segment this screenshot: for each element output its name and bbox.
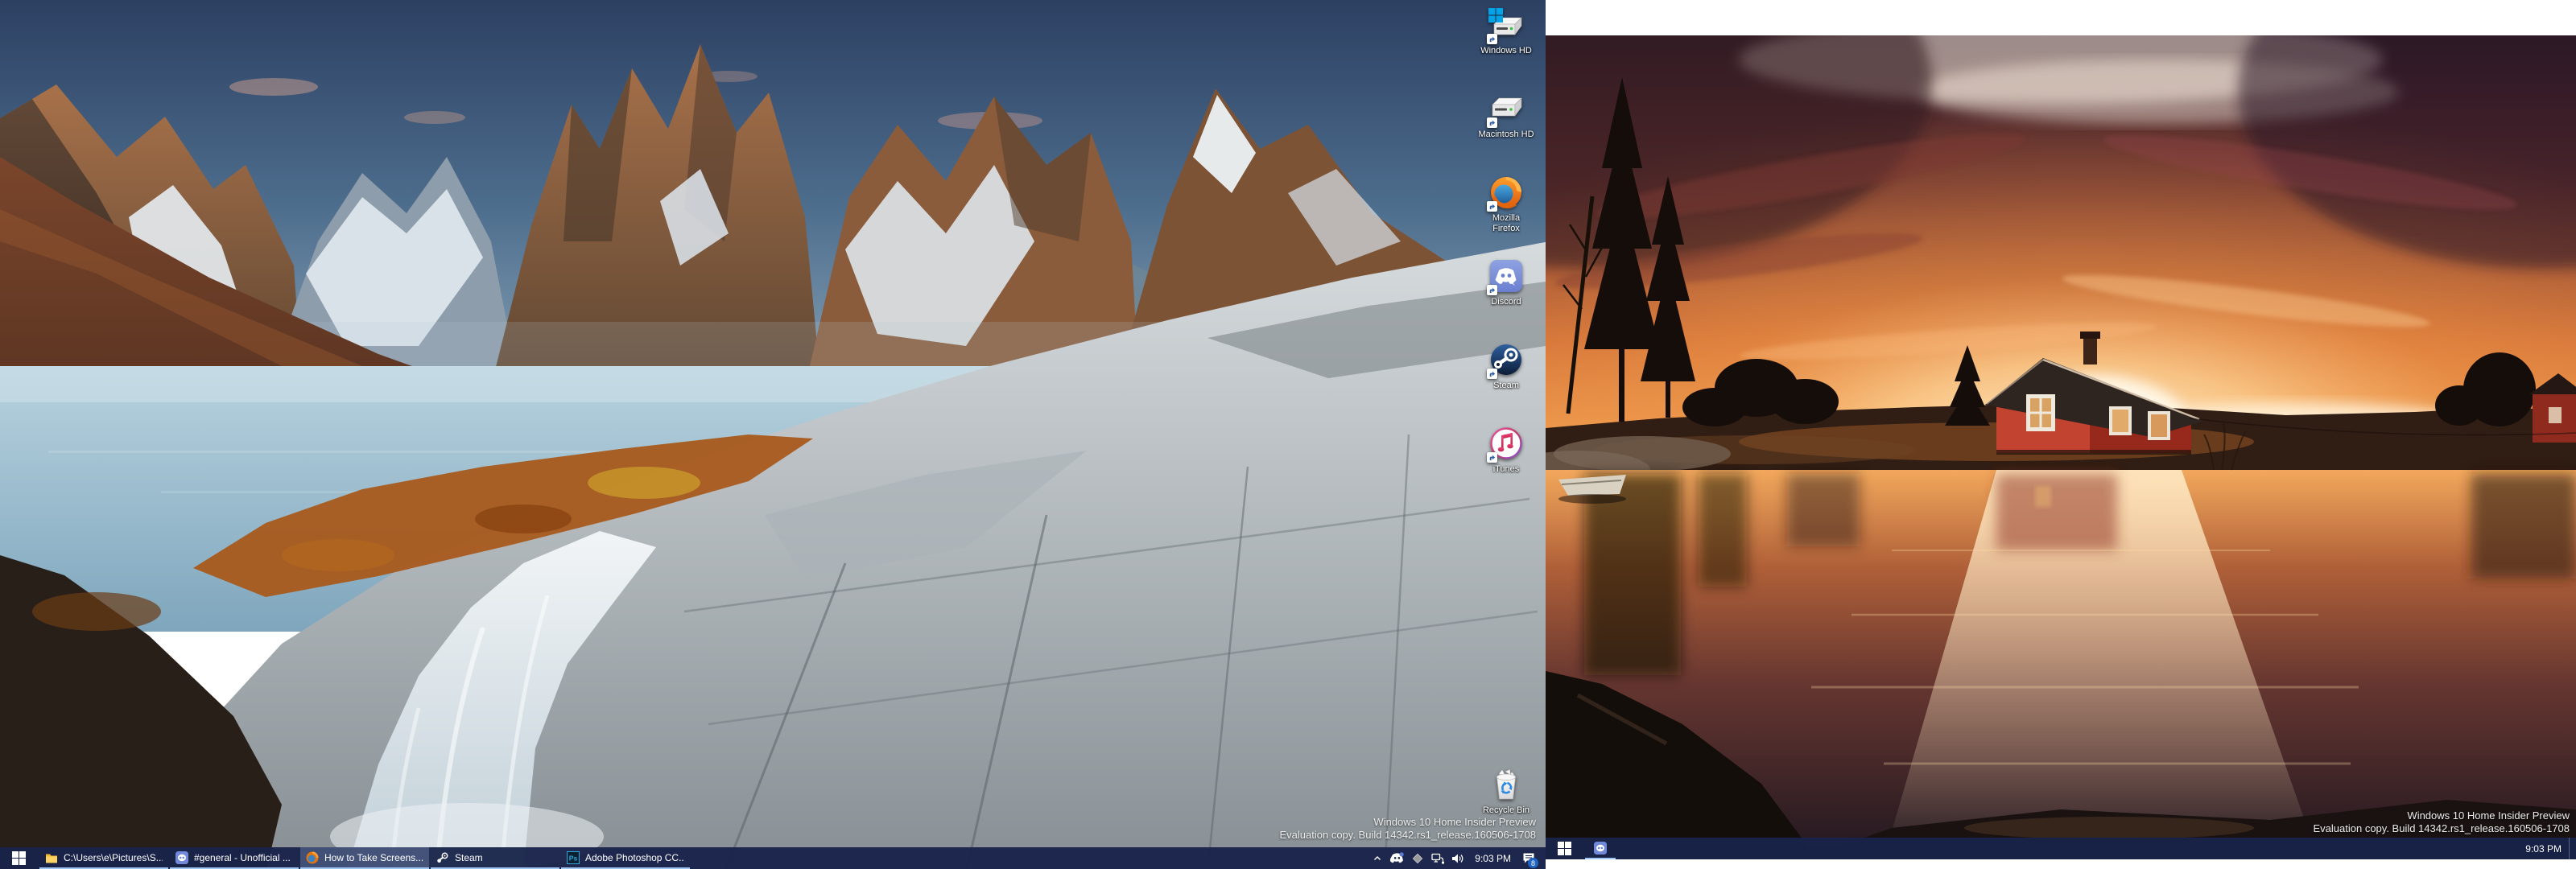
tray-network-icon[interactable] [1427,847,1447,869]
windows-logo-icon [1558,842,1571,855]
tray-diamond-icon[interactable] [1407,847,1427,869]
system-tray: 9:03 PM 8 [1367,847,1546,869]
windows-logo-icon [12,851,26,865]
taskbar-clock[interactable]: 9:03 PM [2518,838,2569,859]
tray-chevron-up-icon[interactable] [1367,847,1387,869]
monitor-left: Windows HD Macintosh HD [0,0,1546,869]
taskbar-item-file-explorer[interactable]: C:\Users\e\Pictures\S... [39,847,168,869]
firefox-icon [1488,174,1525,211]
watermark-line1: Windows 10 Home Insider Preview [2314,809,2570,822]
discord-icon [1488,257,1525,294]
taskbar-item-firefox[interactable]: How to Take Screens... [300,847,429,869]
firefox-icon [306,851,319,864]
steam-icon [1488,341,1525,378]
desktop-icon-itunes[interactable]: iTunes [1475,425,1538,475]
desktop-icon-recycle-bin[interactable]: Recycle Bin [1475,766,1538,816]
taskbar-right: 9:03 PM [1546,838,2576,859]
shortcut-arrow-icon [1487,285,1497,295]
taskbar-item-discord[interactable]: #general - Unofficial ... [170,847,299,869]
shortcut-arrow-icon [1487,201,1497,212]
tray-volume-icon[interactable] [1447,847,1468,869]
desktop-icon-steam[interactable]: Steam [1475,341,1538,391]
watermark-line1: Windows 10 Home Insider Preview [1280,816,1537,829]
macintosh-hd-drive-icon [1488,90,1525,127]
taskbar-clock[interactable]: 9:03 PM [1468,853,1518,864]
photoshop-icon: Ps [567,851,580,864]
watermark-line2: Evaluation copy. Build 14342.rs1_release… [2314,822,2570,835]
taskbar-item-discord[interactable] [1585,838,1616,859]
notification-count-badge: 8 [1528,858,1538,868]
dual-monitor-desktop: { "left_monitor": { "wallpaper": "arctic… [0,0,2576,869]
desktop-icon-label: Steam [1493,381,1519,391]
taskbar-left: C:\Users\e\Pictures\S... #general - Unof… [0,847,1546,869]
evaluation-watermark: Windows 10 Home Insider Preview Evaluati… [2314,809,2570,835]
start-button[interactable] [1546,838,1583,859]
action-center-icon[interactable]: 8 [1518,847,1538,869]
taskbar-empty-space [690,847,1367,869]
itunes-icon [1488,425,1525,462]
shortcut-arrow-icon [1487,369,1497,379]
taskbar-item-photoshop[interactable]: Ps Adobe Photoshop CC... [561,847,690,869]
desktop-icon-label: Discord [1491,297,1521,307]
wallpaper-sunset-lake-cabin [1546,35,2576,859]
shortcut-arrow-icon [1487,452,1497,463]
taskbar-item-label: Adobe Photoshop CC... [585,852,684,863]
taskbar-item-label: Steam [455,852,483,863]
recycle-bin-icon [1488,766,1525,803]
svg-text:Ps: Ps [569,854,578,862]
watermark-line2: Evaluation copy. Build 14342.rs1_release… [1280,829,1537,842]
desktop-icon-firefox[interactable]: Mozilla Firefox [1475,174,1538,234]
desktop-icon-windows-hd[interactable]: Windows HD [1475,6,1538,56]
desktop-icon-discord[interactable]: Discord [1475,257,1538,307]
desktop-icon-label: Recycle Bin [1483,805,1530,816]
discord-icon [175,851,188,864]
taskbar-empty-space [1616,838,2518,859]
evaluation-watermark: Windows 10 Home Insider Preview Evaluati… [1280,816,1537,842]
shortcut-arrow-icon [1487,117,1497,128]
desktop-icon-label: Macintosh HD [1478,130,1534,140]
desktop-icon-label: Mozilla Firefox [1478,213,1534,234]
desktop-icon-macintosh-hd[interactable]: Macintosh HD [1475,90,1538,140]
tray-discord-icon[interactable] [1387,847,1407,869]
file-explorer-icon [45,852,58,863]
monitor-right: Windows 10 Home Insider Preview Evaluati… [1546,35,2576,859]
desktop-icon-label: Windows HD [1480,46,1532,56]
desktop-icon-label: iTunes [1493,464,1520,475]
wallpaper-fjord-mountains [0,0,1546,869]
taskbar-item-steam[interactable]: Steam [431,847,559,869]
discord-icon [1594,842,1607,855]
start-button[interactable] [0,847,38,869]
taskbar-item-label: How to Take Screens... [324,852,423,863]
windows-hd-drive-icon [1488,6,1525,43]
taskbar-item-label: #general - Unofficial ... [194,852,291,863]
shortcut-arrow-icon [1487,34,1497,44]
taskbar-item-label: C:\Users\e\Pictures\S... [64,852,163,863]
show-desktop-button[interactable] [2569,838,2576,859]
steam-icon [436,851,449,864]
